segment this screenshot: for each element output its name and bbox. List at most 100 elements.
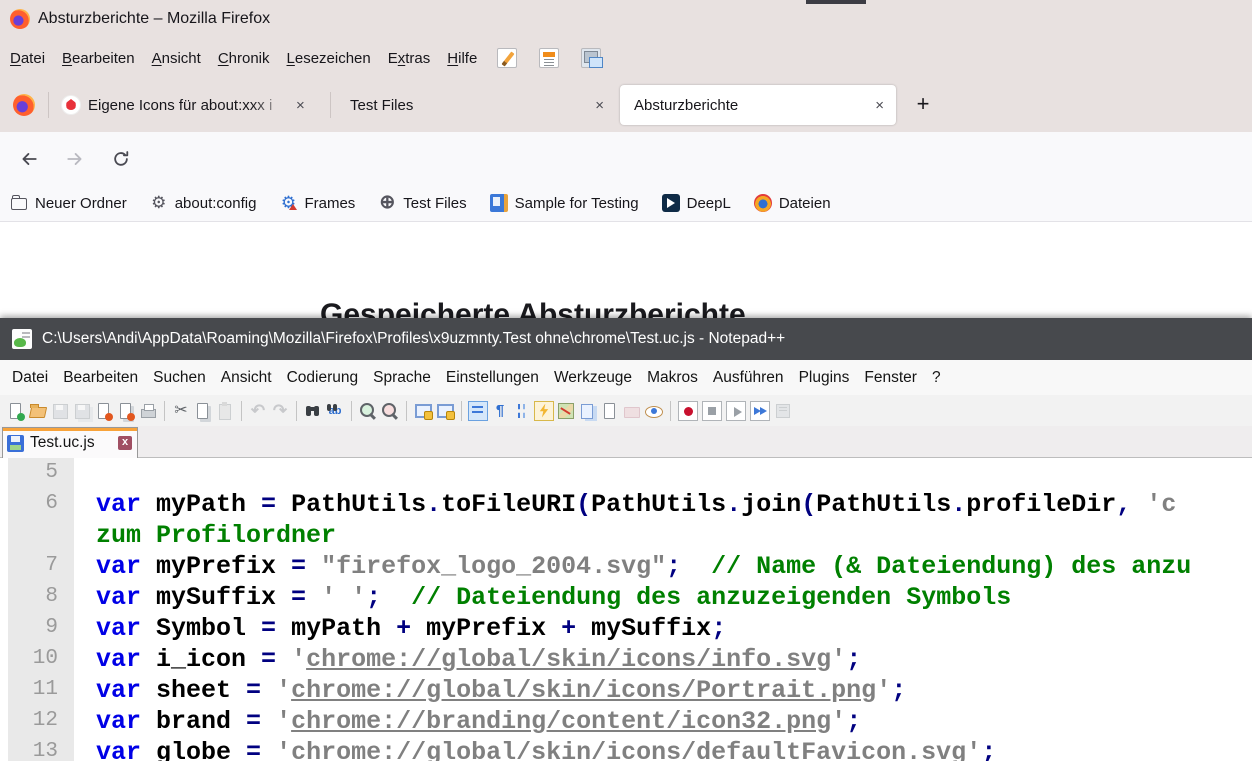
view-monitoring-icon[interactable]	[644, 401, 664, 421]
npp-menu-ausführen[interactable]: Ausführen	[713, 369, 784, 387]
bookmark-frames[interactable]: ⚙Frames	[279, 194, 355, 212]
line-number: 7	[0, 554, 58, 577]
npp-menu-bearbeiten[interactable]: Bearbeiten	[63, 369, 138, 387]
toolbar-separator	[241, 401, 242, 421]
bookmark-dateien[interactable]: Dateien	[754, 194, 831, 212]
document-tab-close-button[interactable]: x	[118, 436, 132, 450]
forward-icon[interactable]	[66, 150, 84, 168]
menu-bearbeiten[interactable]: Bearbeiten	[62, 50, 135, 67]
code-text: var myPrefix = "firefox_logo_2004.svg"; …	[96, 551, 1191, 582]
document-tab[interactable]: Test.uc.js x	[2, 427, 138, 458]
windows-button[interactable]	[578, 45, 604, 71]
npp-menu-plugins[interactable]: Plugins	[799, 369, 850, 387]
npp-menu-makros[interactable]: Makros	[647, 369, 698, 387]
paste-icon[interactable]	[215, 401, 235, 421]
code-text: var sheet = 'chrome://global/skin/icons/…	[96, 675, 906, 706]
npp-menu-sprache[interactable]: Sprache	[373, 369, 431, 387]
windows-icon	[581, 48, 601, 68]
close-all-icon[interactable]	[116, 401, 136, 421]
js-document-icon[interactable]: ƒ	[600, 401, 620, 421]
bookmark-label: Sample for Testing	[515, 195, 639, 212]
document-switcher-icon[interactable]	[578, 401, 598, 421]
reload-icon[interactable]	[112, 150, 130, 168]
page-content: Gespeicherte Absturzberichte	[0, 222, 1252, 318]
menu-ansicht[interactable]: Ansicht	[152, 50, 201, 67]
menu-datei[interactable]: Datei	[10, 50, 45, 67]
bookmark-sample-for-testing[interactable]: Sample for Testing	[490, 194, 639, 212]
replace-icon[interactable]: ab	[325, 401, 345, 421]
notepadpp-titlebar[interactable]: C:\Users\Andi\AppData\Roaming\Mozilla\Fi…	[0, 318, 1252, 360]
browser-tab[interactable]: Eigene Icons für about:xxx i×	[56, 78, 328, 132]
notepadpp-toolbar: ✂ ↶↷ ab ¶ ƒ	[0, 395, 1252, 426]
tab-close-icon[interactable]: ×	[587, 97, 618, 114]
browser-tab[interactable]: Test Files×	[332, 78, 618, 132]
zoom-out-icon[interactable]	[380, 401, 400, 421]
cut-icon[interactable]: ✂	[171, 401, 191, 421]
menu-hilfe[interactable]: Hilfe	[447, 50, 477, 67]
npp-menu-help[interactable]: ?	[932, 369, 941, 387]
globe-icon: ⊕	[378, 194, 396, 212]
tab-close-icon[interactable]: ×	[867, 97, 896, 114]
table-icon	[539, 48, 559, 68]
npp-menu-ansicht[interactable]: Ansicht	[221, 369, 272, 387]
sync-vertical-icon[interactable]	[413, 401, 433, 421]
sync-horizontal-icon[interactable]	[435, 401, 455, 421]
code-line: 12var brand = 'chrome://branding/content…	[0, 706, 1252, 737]
new-tab-button[interactable]: +	[908, 90, 938, 120]
deepl-icon	[662, 194, 680, 212]
firefox-view-icon[interactable]	[13, 94, 35, 116]
macro-play-icon[interactable]	[726, 401, 746, 421]
indent-guide-icon[interactable]	[512, 401, 532, 421]
open-icon[interactable]	[28, 401, 48, 421]
npp-menu-fenster[interactable]: Fenster	[864, 369, 917, 387]
redo-icon[interactable]: ↷	[270, 401, 290, 421]
npp-menu-codierung[interactable]: Codierung	[287, 369, 359, 387]
code-text: var mySuffix = ' '; // Dateiendung des a…	[96, 582, 1011, 613]
save-all-icon[interactable]	[72, 401, 92, 421]
folder-icon	[10, 194, 28, 212]
close-icon[interactable]	[94, 401, 114, 421]
note-edit-button[interactable]	[494, 45, 520, 71]
code-line: 7 var myPrefix = "firefox_logo_2004.svg";…	[0, 551, 1252, 582]
folder-as-workspace-icon[interactable]	[622, 401, 642, 421]
word-wrap-icon[interactable]	[468, 401, 488, 421]
macro-record-icon[interactable]	[678, 401, 698, 421]
firefox-window-title: Absturzberichte – Mozilla Firefox	[38, 0, 270, 38]
show-all-characters-icon[interactable]: ¶	[490, 401, 510, 421]
bookmark-about-config[interactable]: ⚙about:config	[150, 194, 257, 212]
back-icon[interactable]	[20, 150, 38, 168]
table-button[interactable]	[536, 45, 562, 71]
bookmark-test-files[interactable]: ⊕Test Files	[378, 194, 466, 212]
code-line: zum Profilordner	[0, 520, 1252, 551]
menu-lesezeichen[interactable]: Lesezeichen	[287, 50, 371, 67]
macro-stop-icon[interactable]	[702, 401, 722, 421]
npp-menu-einstellungen[interactable]: Einstellungen	[446, 369, 539, 387]
bookmark-deepl[interactable]: DeepL	[662, 194, 731, 212]
firefox-titlebar[interactable]: Absturzberichte – Mozilla Firefox	[0, 0, 1252, 38]
note-edit-icon	[497, 48, 517, 68]
npp-menu-datei[interactable]: Datei	[12, 369, 48, 387]
macro-run-multiple-icon[interactable]	[750, 401, 770, 421]
code-line: 6var myPath = PathUtils.toFileURI(PathUt…	[0, 489, 1252, 520]
zoom-in-icon[interactable]	[358, 401, 378, 421]
bookmark-neuer-ordner[interactable]: Neuer Ordner	[10, 194, 127, 212]
save-icon[interactable]	[50, 401, 70, 421]
npp-menu-suchen[interactable]: Suchen	[153, 369, 206, 387]
copy-icon[interactable]	[193, 401, 213, 421]
menu-chronik[interactable]: Chronik	[218, 50, 270, 67]
npp-menu-werkzeuge[interactable]: Werkzeuge	[554, 369, 632, 387]
macro-save-icon[interactable]	[773, 401, 793, 421]
function-list-icon[interactable]	[534, 401, 554, 421]
document-map-icon[interactable]	[556, 401, 576, 421]
new-file-icon[interactable]	[6, 401, 26, 421]
toolbar-separator	[351, 401, 352, 421]
toolbar-separator	[406, 401, 407, 421]
bookmark-label: Frames	[304, 195, 355, 212]
tab-close-icon[interactable]: ×	[288, 97, 319, 114]
find-icon[interactable]	[303, 401, 323, 421]
code-editor[interactable]: 56var myPath = PathUtils.toFileURI(PathU…	[0, 458, 1252, 761]
print-icon[interactable]	[138, 401, 158, 421]
undo-icon[interactable]: ↶	[248, 401, 268, 421]
menu-extras[interactable]: Extras	[388, 50, 431, 67]
browser-tab-active[interactable]: Absturzberichte×	[620, 85, 896, 125]
